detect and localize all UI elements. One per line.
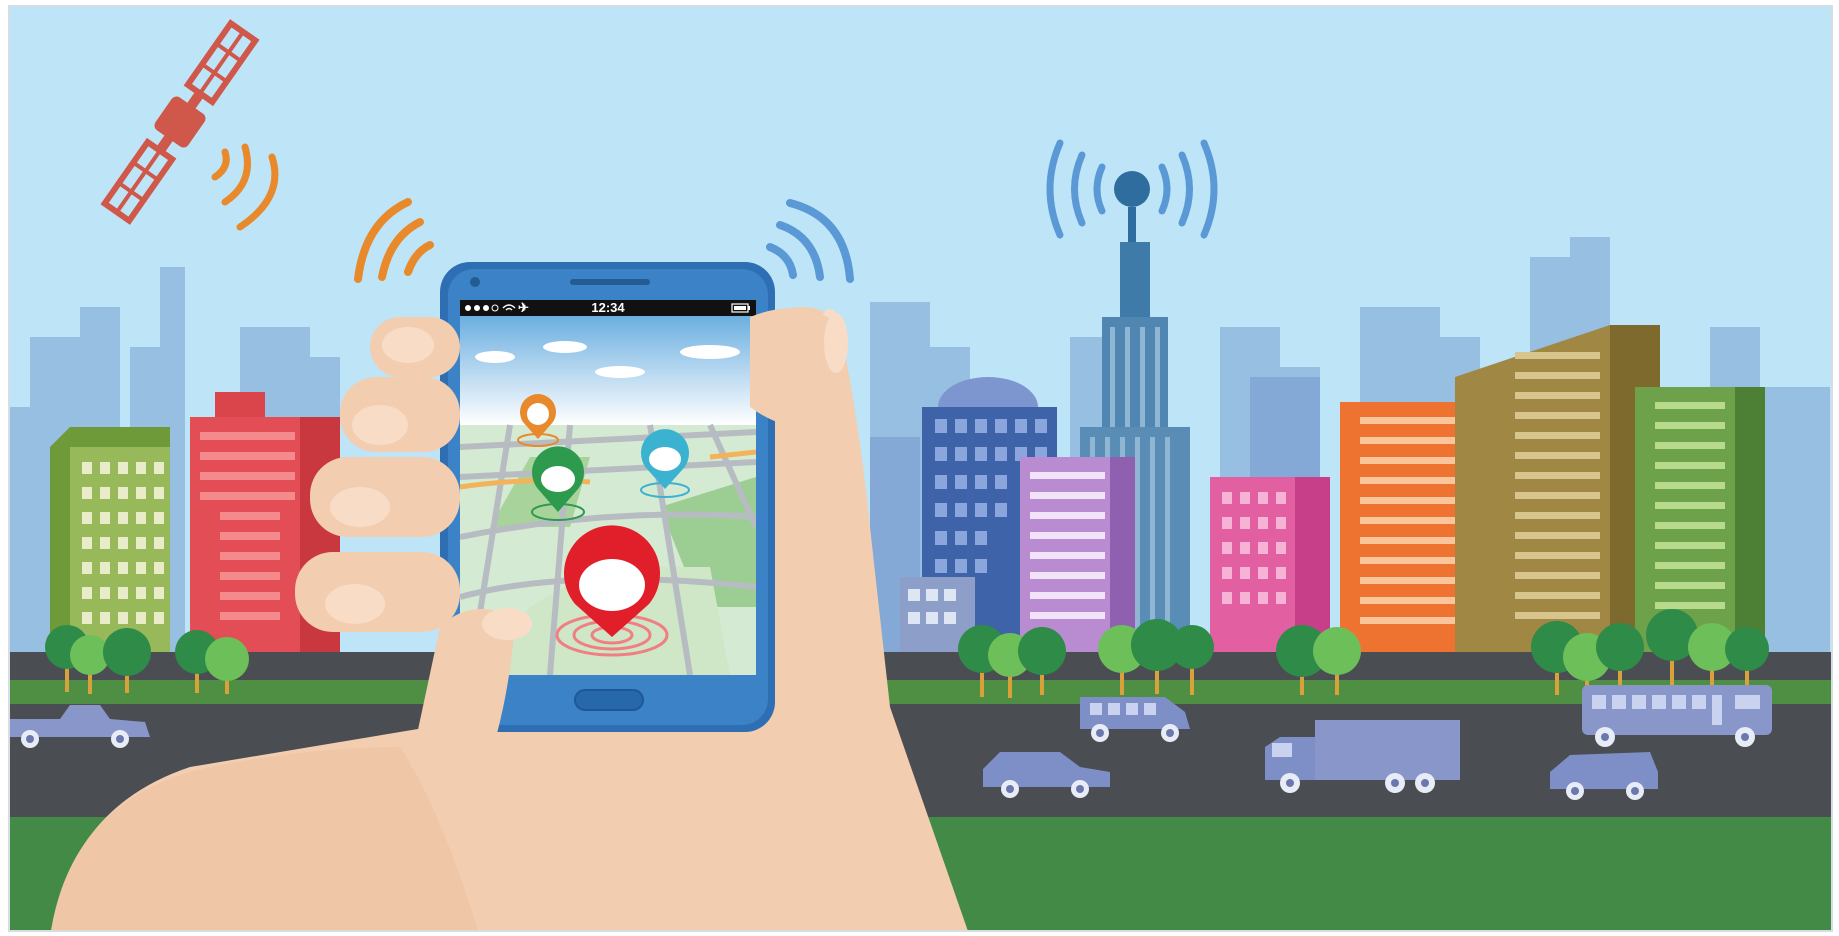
phone-camera bbox=[470, 277, 480, 287]
illustration-canvas: ✈ 12:34 bbox=[10, 7, 1831, 930]
smart-city-navigation-illustration: ✈ 12:34 bbox=[8, 5, 1833, 932]
status-time: 12:34 bbox=[591, 300, 625, 315]
map-pin-red-icon bbox=[555, 525, 669, 657]
phone-speaker bbox=[570, 279, 650, 285]
activity-icon: ✈ bbox=[518, 300, 529, 315]
building-brown bbox=[1455, 325, 1660, 667]
home-button[interactable] bbox=[574, 689, 644, 711]
